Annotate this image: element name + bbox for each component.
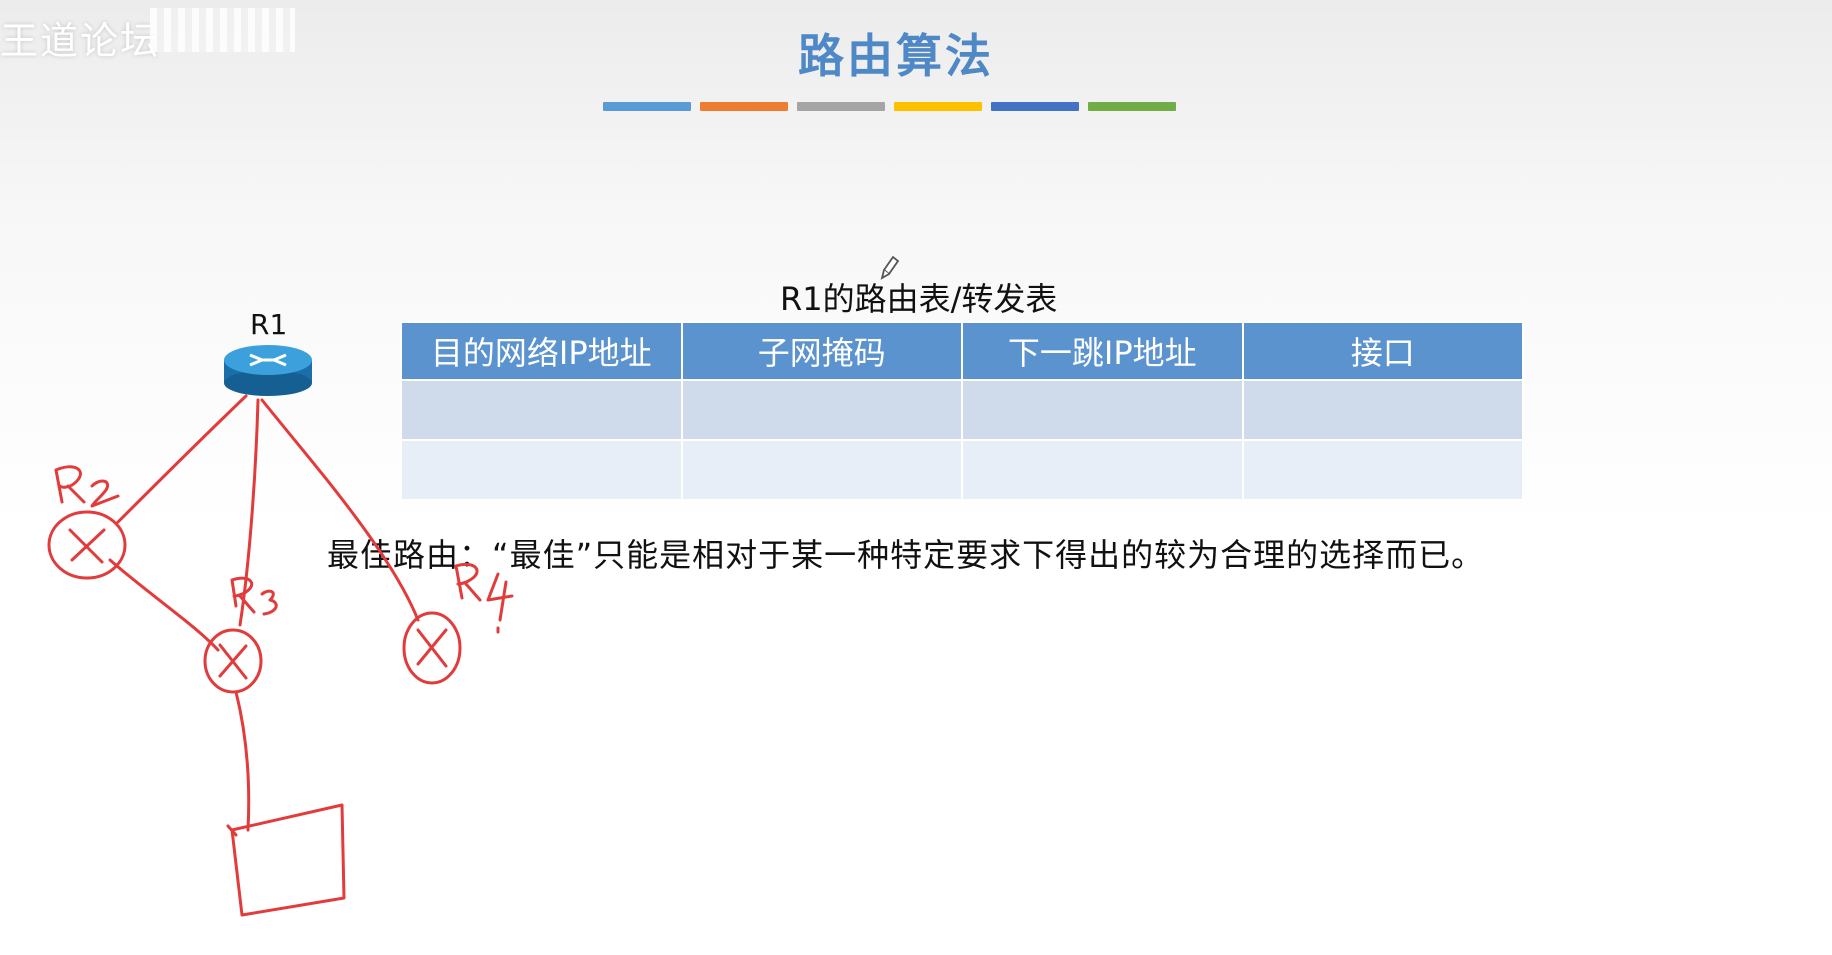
pen-cursor-icon <box>880 255 900 280</box>
handwritten-sketch <box>47 394 514 917</box>
network-sketch <box>47 255 900 917</box>
router-icon <box>224 345 312 396</box>
